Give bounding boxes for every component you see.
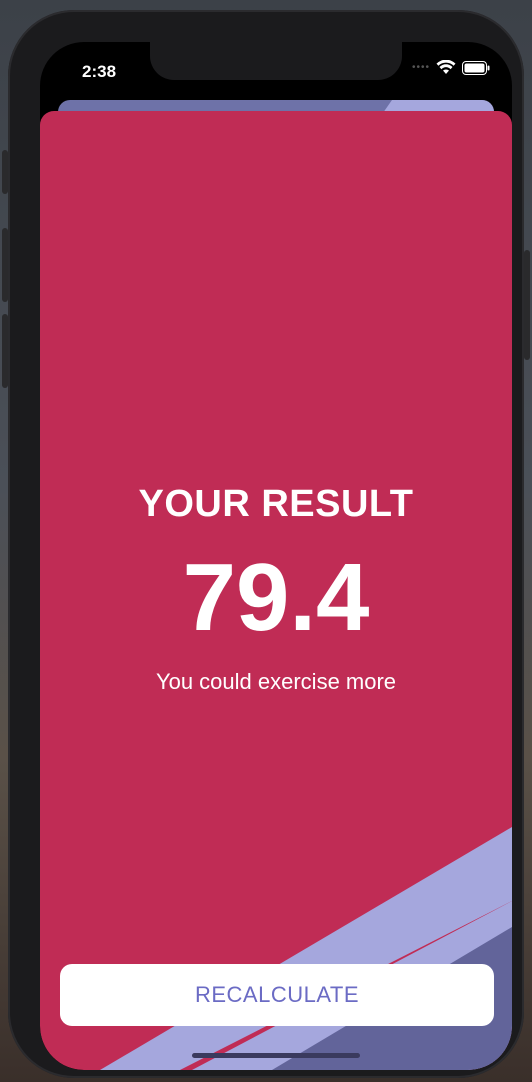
result-message: You could exercise more: [155, 669, 397, 694]
mute-switch: [2, 150, 8, 194]
power-button: [524, 250, 530, 360]
battery-icon: [462, 60, 490, 75]
result-title: YOUR RESULT: [138, 483, 414, 525]
status-icons: ••••: [412, 60, 490, 75]
notch: [150, 42, 402, 80]
signal-dots-icon: ••••: [411, 62, 430, 73]
status-time: 2:38: [82, 62, 117, 81]
recalculate-button[interactable]: RECALCULATE: [60, 964, 494, 1026]
volume-down-button: [2, 314, 8, 388]
home-indicator[interactable]: [192, 1053, 360, 1058]
result-sheet: YOUR RESULT 79.4 You could exercise more…: [40, 111, 512, 1070]
wifi-icon: [436, 60, 456, 74]
volume-up-button: [2, 228, 8, 302]
phone-frame: 2:38 •••• YOUR RESULT 79.4 You could exe…: [2, 10, 530, 1078]
result-value: 79.4: [182, 544, 370, 651]
phone-screen: 2:38 •••• YOUR RESULT 79.4 You could exe…: [40, 42, 512, 1070]
